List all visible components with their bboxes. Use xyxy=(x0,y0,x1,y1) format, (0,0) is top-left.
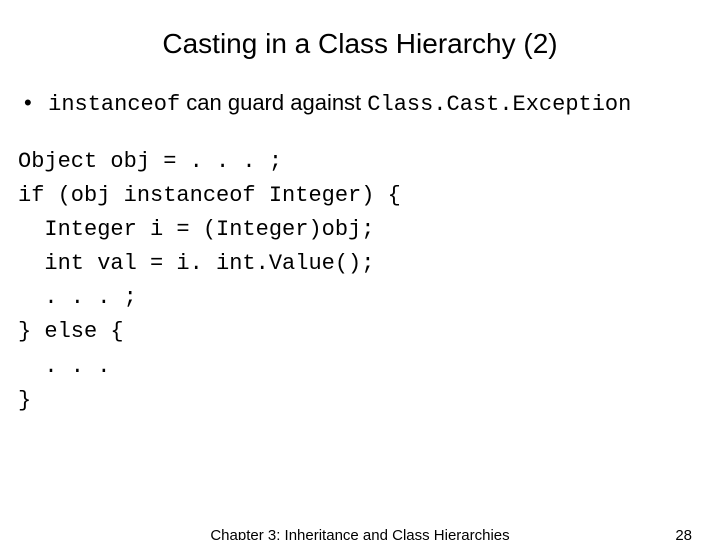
code-line: int val = i. int.Value(); xyxy=(18,247,720,281)
footer-page-number: 28 xyxy=(675,527,692,540)
code-line: if (obj instanceof Integer) { xyxy=(18,179,720,213)
footer-chapter: Chapter 3: Inheritance and Class Hierarc… xyxy=(0,527,720,540)
code-line: Integer i = (Integer)obj; xyxy=(18,213,720,247)
bullet-mid-text: can guard against xyxy=(180,90,367,115)
code-block: Object obj = . . . ;if (obj instanceof I… xyxy=(18,145,720,418)
code-line: } else { xyxy=(18,315,720,349)
code-line: Object obj = . . . ; xyxy=(18,145,720,179)
code-line: . . . ; xyxy=(18,281,720,315)
bullet-code-1: instanceof xyxy=(48,92,180,117)
code-line: . . . xyxy=(18,350,720,384)
bullet-dot-icon: • xyxy=(24,90,42,116)
slide: Casting in a Class Hierarchy (2) • insta… xyxy=(0,28,720,540)
slide-title: Casting in a Class Hierarchy (2) xyxy=(0,28,720,60)
bullet-line: • instanceof can guard against Class.Cas… xyxy=(24,90,720,117)
bullet-code-2: Class.Cast.Exception xyxy=(367,92,631,117)
code-line: } xyxy=(18,384,720,418)
